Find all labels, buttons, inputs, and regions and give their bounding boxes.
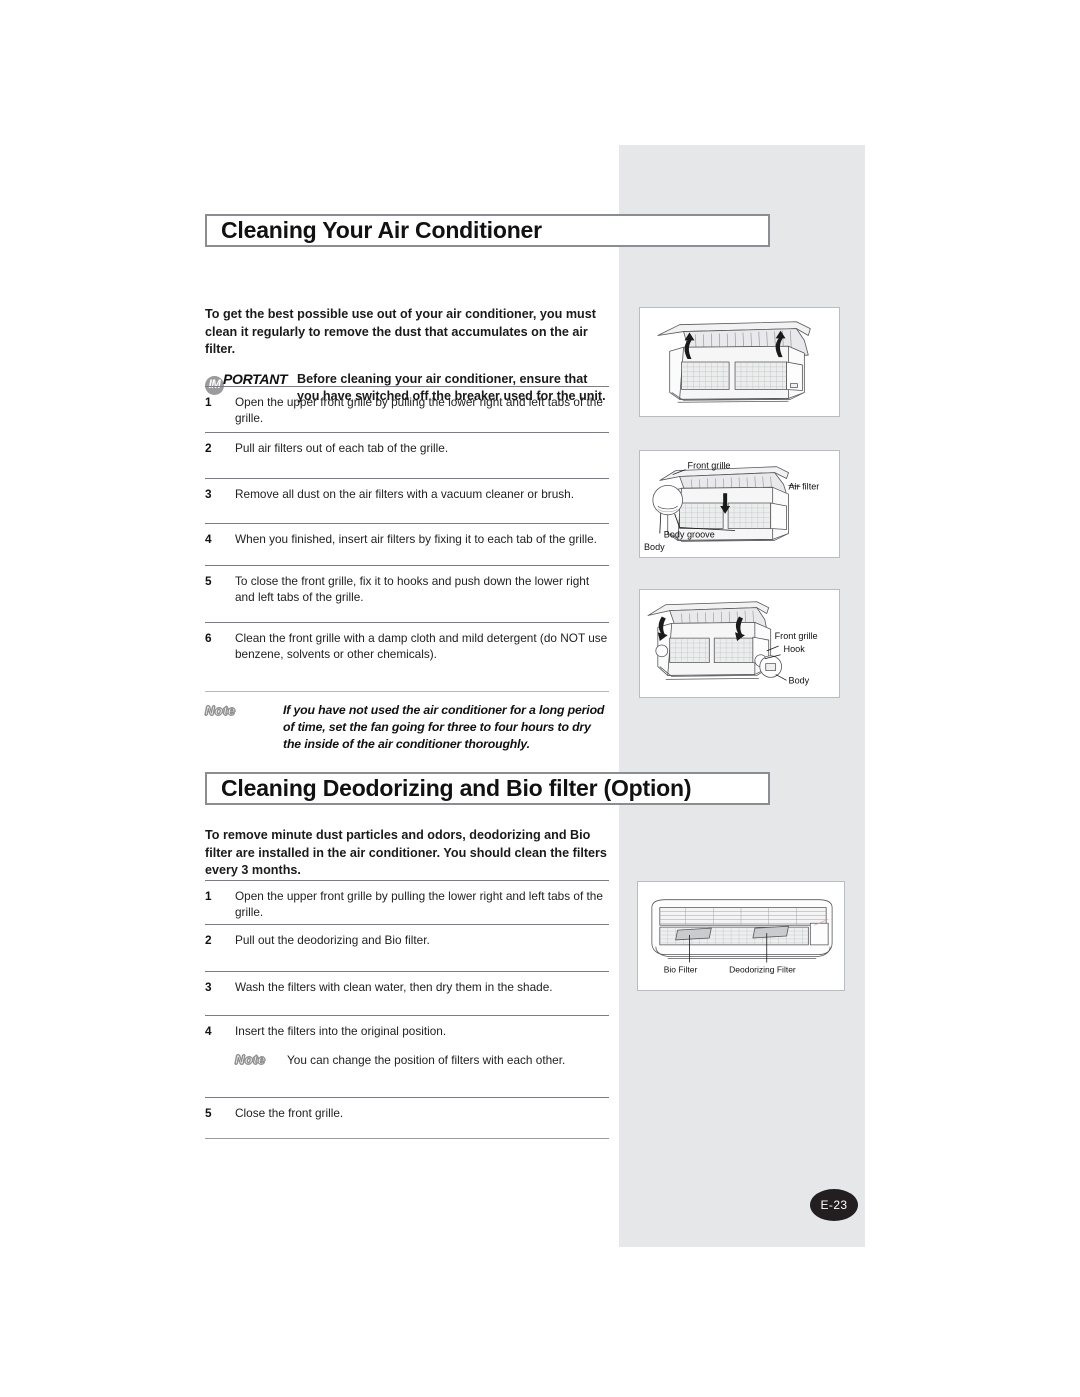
step-text: Remove all dust on the air filters with … [235, 487, 574, 501]
step-row: 2 Pull out the deodorizing and Bio filter… [205, 924, 609, 948]
section-heading-cleaning-deodorizing-bio-filter: Cleaning Deodorizing and Bio filter (Opt… [205, 772, 770, 805]
label-body-groove: Body groove [664, 529, 715, 539]
section1-intro-text: To get the best possible use out of your… [205, 307, 596, 356]
step-row: 1 Open the upper front grille by pulling … [205, 386, 609, 426]
step-number: 1 [205, 395, 212, 409]
step-text: Open the upper front grille by pulling t… [235, 395, 603, 425]
label-body: Body [644, 542, 665, 552]
label-deodorizing-filter: Deodorizing Filter [729, 964, 796, 974]
label-front-grille: Front grille [688, 461, 731, 471]
step-text: Pull out the deodorizing and Bio filter. [235, 933, 430, 947]
illustration-bio-deodorizing-filters: Bio Filter Deodorizing Filter [637, 881, 845, 991]
step-row: 5 To close the front grille, fix it to ho… [205, 565, 609, 605]
step-row: 4 When you finished, insert air filters b… [205, 523, 609, 547]
step-text: Wash the filters with clean water, then … [235, 980, 553, 994]
step-note: Note You can change the position of filte… [235, 1052, 609, 1068]
step-row: 3 Remove all dust on the air filters with… [205, 478, 609, 502]
section-heading-cleaning-air-conditioner: Cleaning Your Air Conditioner [205, 214, 770, 247]
step-row: 5 Close the front grille. [205, 1097, 609, 1121]
step-number: 4 [205, 532, 212, 546]
step-row: 6 Clean the front grille with a damp clot… [205, 622, 609, 662]
section2-closing-rule [205, 1138, 609, 1139]
manual-page: Cleaning Your Air Conditioner To get the… [0, 0, 1080, 1397]
label-body: Body [789, 675, 810, 685]
label-hook: Hook [784, 644, 806, 654]
step-number: 5 [205, 574, 212, 588]
section2-intro-block: To remove minute dust particles and odor… [205, 827, 609, 880]
step-row: 3 Wash the filters with clean water, then… [205, 971, 609, 995]
step-number: 4 [205, 1024, 212, 1038]
important-label-text: PORTANT [223, 370, 288, 387]
step-number: 2 [205, 933, 212, 947]
step-text: When you finished, insert air filters by… [235, 532, 597, 546]
step-text: Close the front grille. [235, 1106, 344, 1120]
step-row: 2 Pull air filters out of each tab of the… [205, 432, 609, 456]
illustration-air-filter-removal: Front grille Air filter Body groove Body [639, 450, 840, 558]
front-grille-opening-diagram [657, 321, 811, 403]
step-text: Open the upper front grille by pulling t… [235, 889, 603, 919]
step-number: 5 [205, 1106, 212, 1120]
step-row: 4 Insert the filters into the original po… [205, 1015, 609, 1068]
section1-note: Note If you have not used the air condit… [205, 691, 609, 753]
step-text: Insert the filters into the original pos… [235, 1023, 609, 1068]
air-filter-removal-diagram: Front grille Air filter Body groove Body [644, 461, 820, 552]
note-label: Note [235, 1052, 287, 1068]
section-heading-text-2: Cleaning Deodorizing and Bio filter (Opt… [221, 775, 692, 801]
note-label-text: Note [235, 1052, 266, 1068]
label-air-filter: Air filter [789, 481, 820, 491]
page-number-badge: E-23 [810, 1189, 858, 1221]
step-number: 1 [205, 889, 212, 903]
step-text: Clean the front grille with a damp cloth… [235, 631, 608, 661]
illustration-front-grille-closing: Front grille Hook Body [639, 589, 840, 698]
label-front-grille: Front grille [775, 631, 818, 641]
step-number: 3 [205, 487, 212, 501]
front-grille-closing-diagram: Front grille Hook Body [647, 601, 818, 685]
note-text: You can change the position of filters w… [287, 1053, 566, 1067]
step-row: 1 Open the upper front grille by pulling … [205, 880, 609, 920]
illustration-front-grille-opening [639, 307, 840, 417]
bio-deodorizing-filters-diagram: Bio Filter Deodorizing Filter [651, 899, 833, 974]
step-text: Pull air filters out of each tab of the … [235, 441, 449, 455]
step-number: 6 [205, 631, 212, 645]
note-label: Note [205, 702, 283, 720]
step-number: 3 [205, 980, 212, 994]
note-text: If you have not used the air conditioner… [283, 703, 605, 751]
note-label-text: Note [205, 703, 236, 719]
step-number: 2 [205, 441, 212, 455]
label-bio-filter: Bio Filter [664, 964, 698, 974]
step-text: To close the front grille, fix it to hoo… [235, 574, 590, 604]
section-heading-text: Cleaning Your Air Conditioner [221, 217, 542, 243]
section2-intro-text: To remove minute dust particles and odor… [205, 828, 607, 877]
